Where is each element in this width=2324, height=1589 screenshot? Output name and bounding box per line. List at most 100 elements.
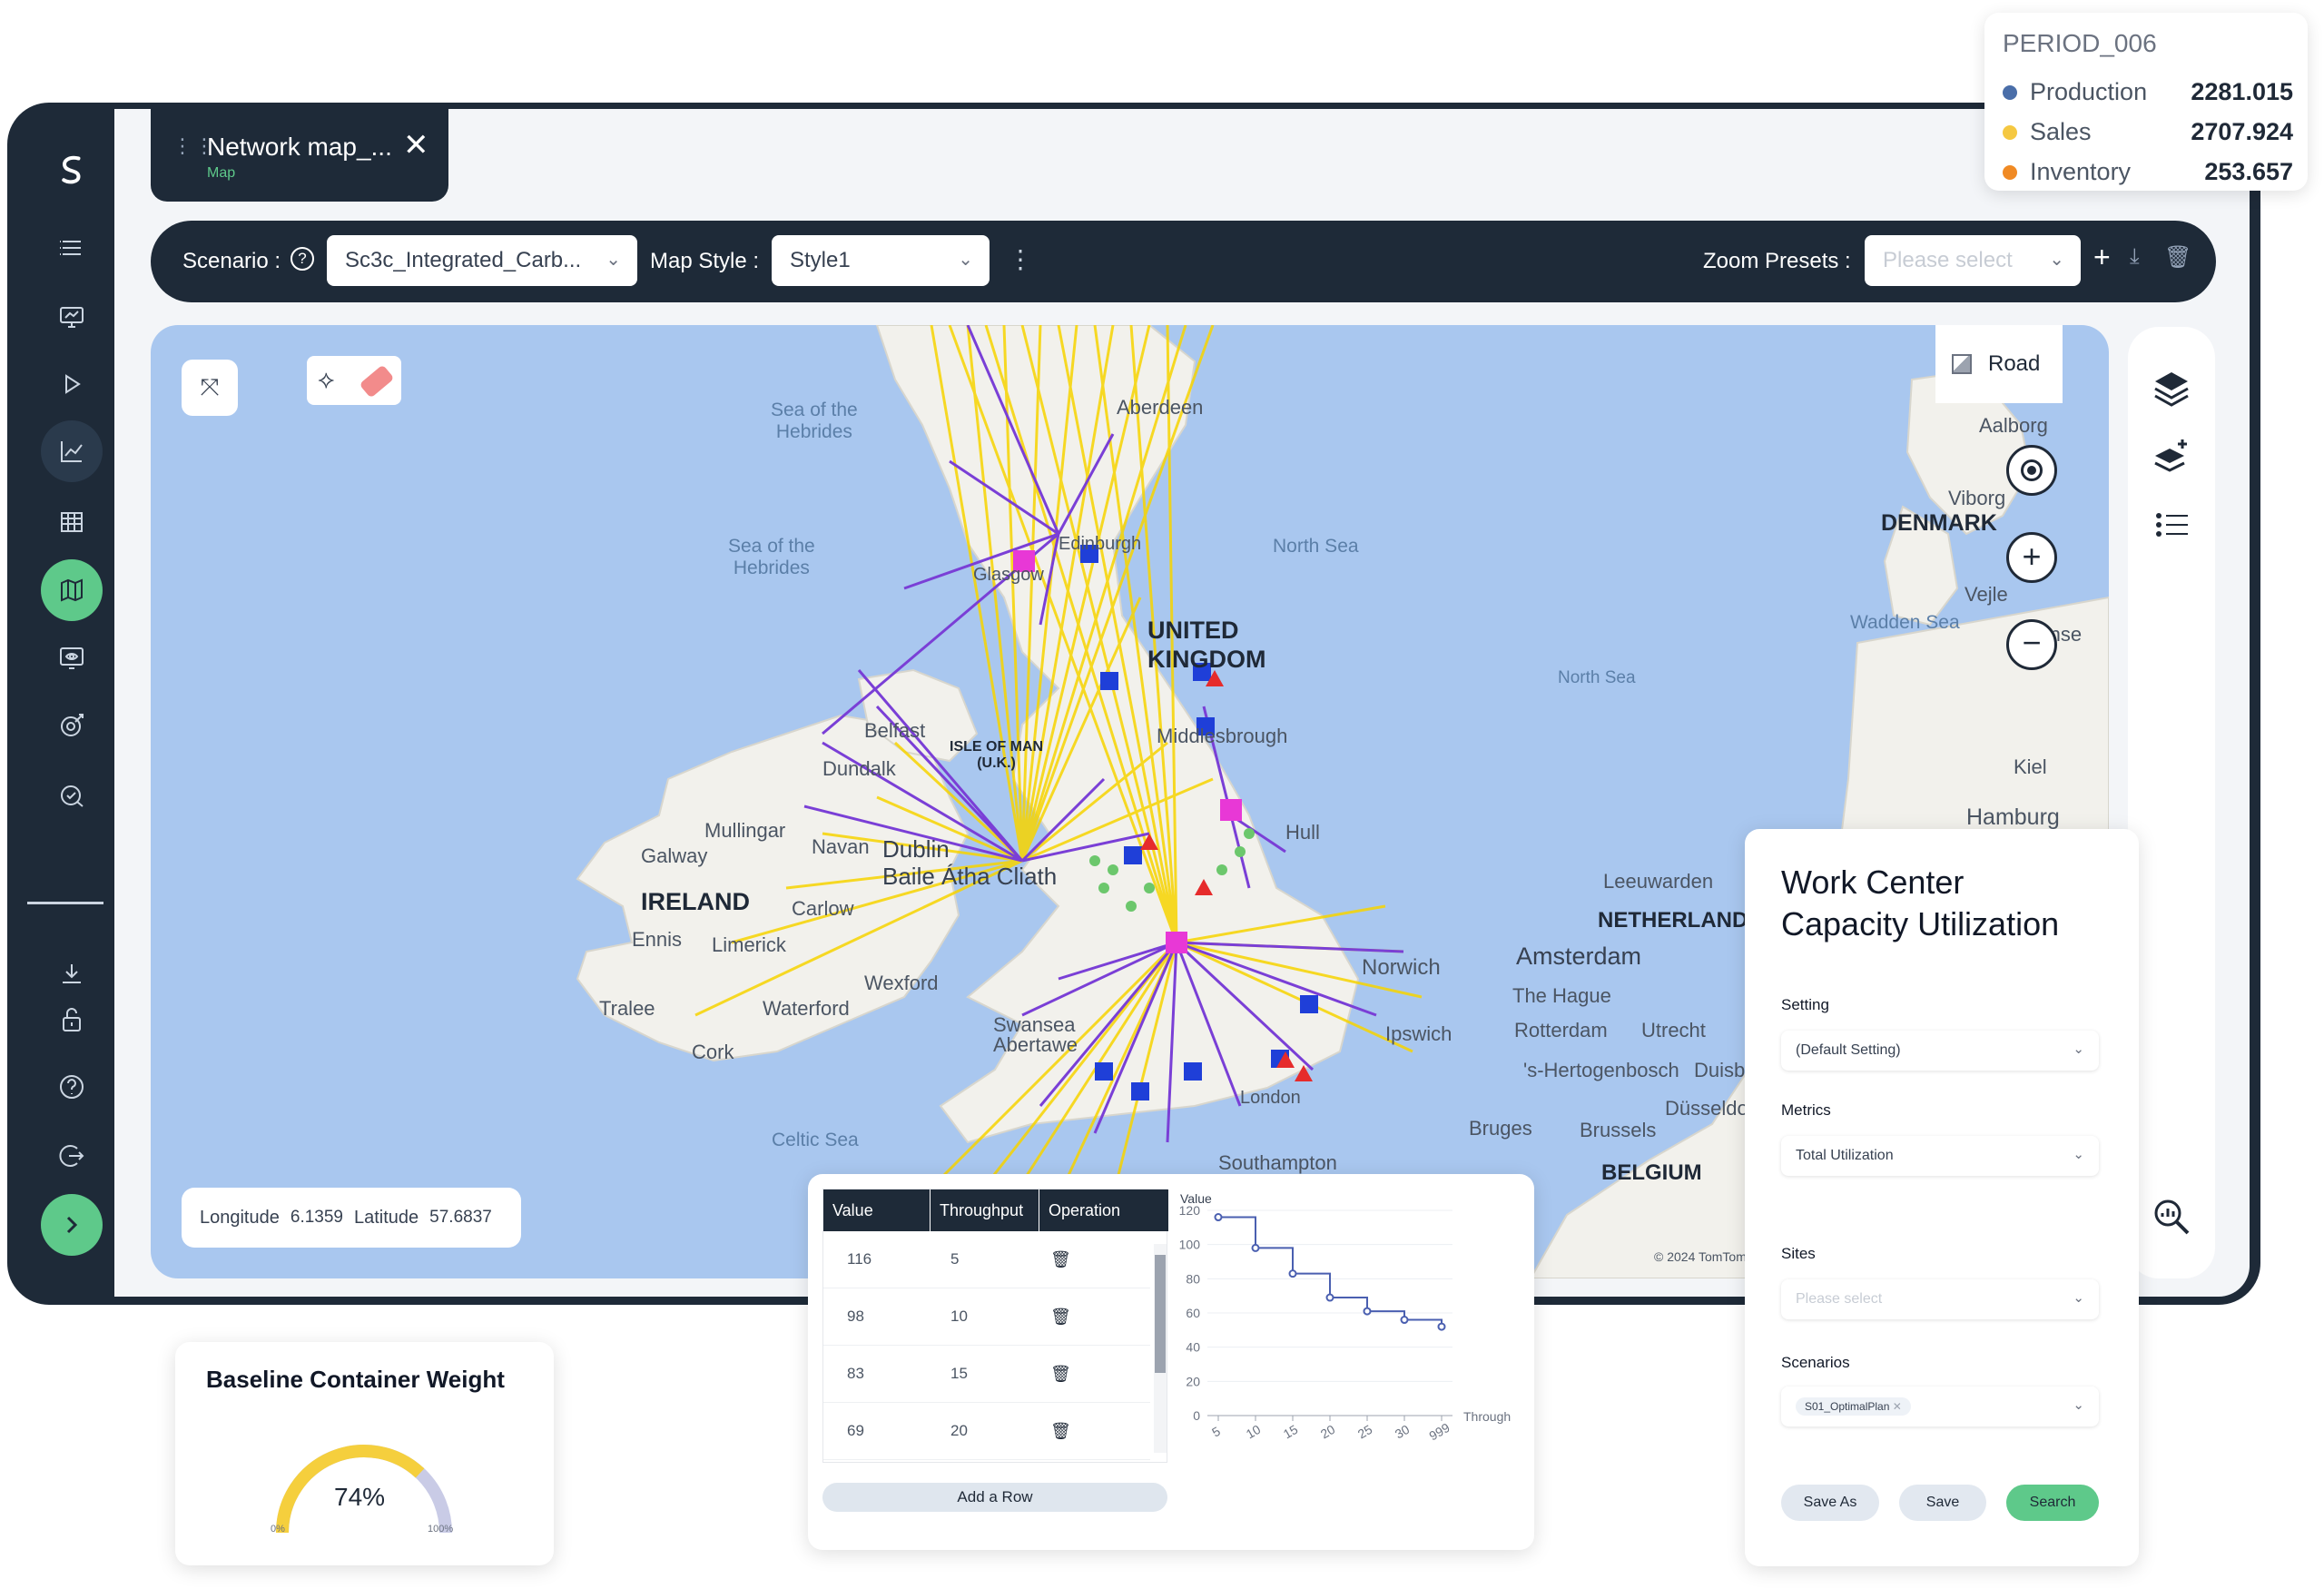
scenario-label: Scenario :: [182, 249, 281, 273]
setting-select[interactable]: (Default Setting) ⌄: [1781, 1031, 2099, 1071]
locate-button[interactable]: [2006, 445, 2057, 496]
zoom-in-button[interactable]: +: [2006, 532, 2057, 583]
eraser-icon[interactable]: [359, 364, 395, 399]
cell-throughput[interactable]: 15: [931, 1365, 1039, 1383]
add-layer-icon[interactable]: [2152, 438, 2191, 478]
map-label-london: London: [1240, 1088, 1301, 1108]
delete-preset-icon[interactable]: 🗑: [2164, 244, 2191, 271]
map-label-cork: Cork: [692, 1041, 734, 1063]
eye-report-icon[interactable]: [41, 627, 103, 689]
save-button[interactable]: Save: [1899, 1485, 1986, 1521]
cell-value[interactable]: 98: [823, 1308, 931, 1326]
chart-xtick: 10: [1244, 1422, 1264, 1442]
delete-row-icon[interactable]: 🗑: [1039, 1308, 1148, 1327]
unlock-icon[interactable]: [41, 989, 103, 1051]
chart-point: [1251, 1243, 1260, 1252]
analytics-search-icon[interactable]: [2152, 1197, 2191, 1237]
map-label-leeuwarden: Leeuwarden: [1603, 870, 1714, 893]
gauge-min: 0%: [271, 1524, 285, 1535]
delete-row-icon[interactable]: 🗑: [1039, 1422, 1148, 1441]
search-button[interactable]: Search: [2006, 1485, 2099, 1521]
metrics-select[interactable]: Total Utilization ⌄: [1781, 1136, 2099, 1176]
chart-point: [1437, 1322, 1446, 1331]
map-label-brussels: Brussels: [1580, 1119, 1657, 1141]
chart-point: [1214, 1213, 1223, 1222]
cell-value[interactable]: 69: [823, 1422, 931, 1440]
gauge-max: 100%: [428, 1524, 454, 1535]
chart-ytick: 100: [1179, 1238, 1201, 1252]
layers-icon[interactable]: [2152, 369, 2191, 409]
add-row-button[interactable]: Add a Row: [822, 1483, 1167, 1512]
cell-throughput[interactable]: 5: [931, 1250, 1039, 1268]
map-label-belgium: BELGIUM: [1601, 1160, 1702, 1185]
map-label-north-sea-1: North Sea: [1273, 536, 1359, 557]
map-label-ennis: Ennis: [632, 928, 683, 951]
scenarios-select[interactable]: S01_OptimalPlan ✕ ⌄: [1781, 1387, 2099, 1426]
latitude-label: Latitude: [354, 1207, 419, 1228]
cell-value[interactable]: 116: [823, 1250, 931, 1268]
scenario-chip[interactable]: S01_OptimalPlan ✕: [1796, 1397, 1911, 1416]
map-style-select[interactable]: Style1 ⌄: [772, 235, 990, 286]
data-table: Value Throughput Operation 116 5 🗑 98 10 🗑 83 1…: [822, 1189, 1168, 1463]
scrollbar-thumb[interactable]: [1155, 1255, 1166, 1373]
map-label-rotterdam: Rotterdam: [1514, 1019, 1608, 1041]
scenario-chip-label: S01_OptimalPlan: [1805, 1400, 1890, 1413]
menu-icon[interactable]: [41, 217, 103, 279]
map-label-aalborg: Aalborg: [1979, 414, 2048, 437]
logout-icon[interactable]: [41, 1125, 103, 1187]
chevron-down-icon: ⌄: [2073, 1290, 2084, 1306]
tab-network-map[interactable]: ⋮⋮ Network map_... Map ✕: [151, 109, 448, 202]
draw-polygon-icon[interactable]: ⟡: [318, 365, 335, 395]
draw-tools: ⟡: [307, 356, 401, 405]
target-check-icon[interactable]: [41, 695, 103, 756]
fullscreen-icon[interactable]: ⤧: [182, 360, 238, 416]
table-icon[interactable]: [41, 491, 103, 553]
remove-chip-icon[interactable]: ✕: [1893, 1400, 1902, 1413]
sites-select[interactable]: Please select ⌄: [1781, 1279, 2099, 1319]
map-label-wexford: Wexford: [864, 972, 939, 994]
more-options-icon[interactable]: ⋮: [1008, 244, 1033, 274]
delete-row-icon[interactable]: 🗑: [1039, 1250, 1148, 1269]
map-label-wadden-sea: Wadden Sea: [1850, 612, 1960, 633]
map-label-ireland: IRELAND: [641, 888, 750, 915]
scenario-select[interactable]: Sc3c_Integrated_Carb... ⌄: [327, 235, 637, 286]
scenario-help-icon[interactable]: ?: [290, 247, 314, 271]
chart-series-line: [1218, 1216, 1443, 1327]
map-label-denmark: DENMARK: [1881, 510, 1997, 536]
save-as-button[interactable]: Save As: [1781, 1485, 1879, 1521]
zoom-out-button[interactable]: −: [2006, 619, 2057, 670]
delete-row-icon[interactable]: 🗑: [1039, 1365, 1148, 1384]
map-label-sea-hebrides-2: Sea of the Hebrides: [728, 536, 815, 578]
chart-point: [1288, 1269, 1297, 1278]
table-row: 98 10 🗑: [823, 1288, 1150, 1346]
gauge-value: 74%: [334, 1483, 386, 1511]
longitude-value: 6.1359: [290, 1208, 343, 1227]
base-layer-switch[interactable]: Road: [1935, 325, 2063, 403]
cell-throughput[interactable]: 10: [931, 1308, 1039, 1326]
expand-sidebar-button[interactable]: [41, 1194, 103, 1256]
download-preset-icon[interactable]: ⤓: [2130, 244, 2140, 270]
line-chart-icon[interactable]: [41, 420, 103, 482]
monitor-icon[interactable]: [41, 286, 103, 348]
map-label-netherlands: NETHERLANDS: [1598, 908, 1763, 933]
chart-ytick: 120: [1179, 1203, 1201, 1218]
chart-point: [1325, 1293, 1334, 1302]
map-label-southampton: Southampton: [1218, 1151, 1337, 1174]
header-operation: Operation: [1049, 1201, 1121, 1219]
zoom-presets-select[interactable]: Please select ⌄: [1865, 235, 2081, 286]
chart-point: [1400, 1316, 1409, 1325]
close-tab-icon[interactable]: ✕: [403, 127, 429, 163]
add-preset-icon[interactable]: +: [2093, 241, 2111, 274]
map-icon[interactable]: [41, 559, 103, 621]
legend-list-icon[interactable]: [2152, 505, 2191, 545]
tab-title: Network map_...: [207, 133, 392, 161]
help-icon[interactable]: [41, 1056, 103, 1118]
metrics-value: Total Utilization: [1796, 1148, 1894, 1163]
cell-throughput[interactable]: 20: [931, 1422, 1039, 1440]
table-scrollbar[interactable]: [1154, 1244, 1167, 1453]
map-label-glasgow: Glasgow: [973, 565, 1044, 585]
cell-value[interactable]: 83: [823, 1365, 931, 1383]
play-icon[interactable]: [41, 353, 103, 415]
sidebar: [7, 103, 114, 1305]
target-search-icon[interactable]: [41, 764, 103, 825]
